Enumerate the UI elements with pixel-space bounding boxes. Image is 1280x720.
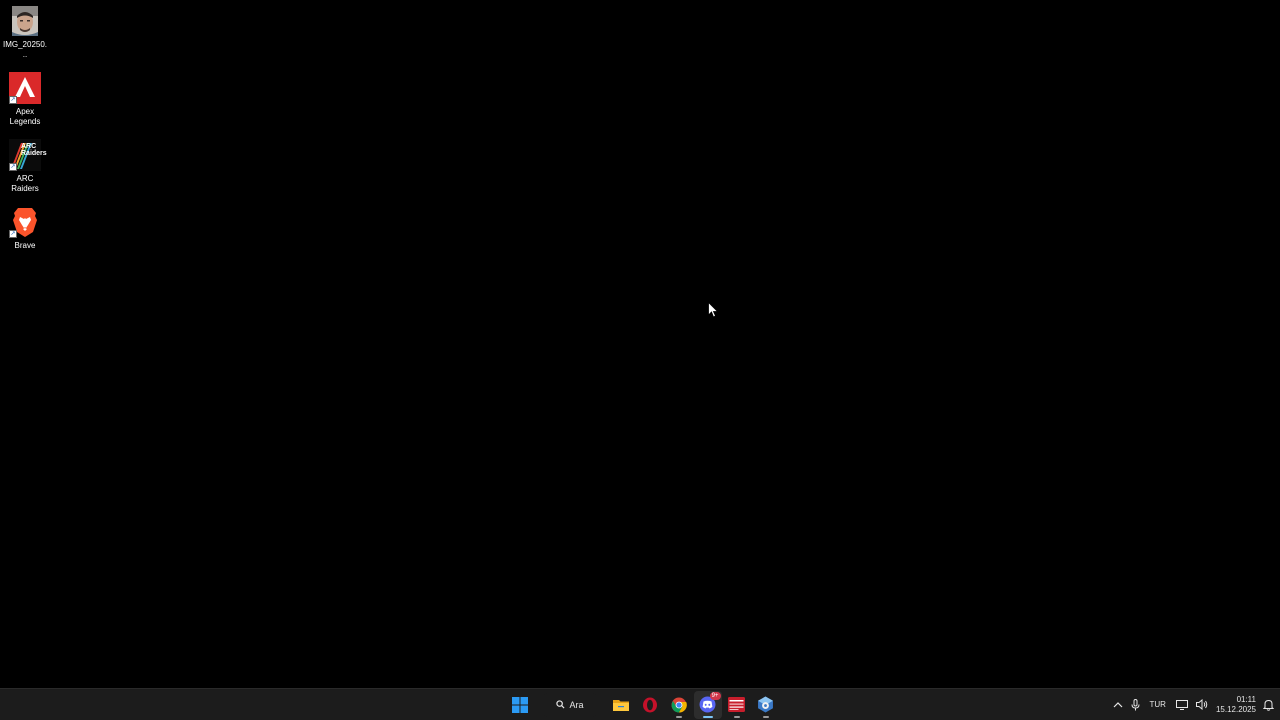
notification-badge: 9+ bbox=[709, 691, 721, 700]
taskbar-app-discord[interactable]: 9+ bbox=[693, 690, 722, 719]
chevron-up-icon bbox=[1113, 702, 1122, 708]
mouse-cursor-icon bbox=[708, 302, 718, 318]
gear-cube-icon bbox=[758, 696, 773, 713]
network-button[interactable] bbox=[1172, 693, 1192, 717]
desktop-icon-brave[interactable]: ↗ Brave bbox=[2, 206, 48, 251]
system-tray: TUR 01:11 15.12.2025 bbox=[1109, 689, 1280, 720]
desktop-icon-label: Apex Legends bbox=[9, 107, 41, 126]
clock-time: 01:11 bbox=[1236, 694, 1256, 704]
notifications-button[interactable] bbox=[1260, 693, 1280, 717]
input-language-button[interactable]: TUR bbox=[1144, 693, 1172, 717]
search-icon bbox=[556, 700, 565, 709]
apex-legends-icon: ↗ bbox=[9, 72, 41, 104]
desktop-icon-label: IMG_20250... bbox=[2, 40, 48, 59]
clock-button[interactable]: 01:11 15.12.2025 bbox=[1212, 695, 1260, 715]
taskbar-app-chrome[interactable] bbox=[665, 691, 693, 719]
volume-button[interactable] bbox=[1192, 693, 1212, 717]
taskbar-search-button[interactable]: Ara bbox=[538, 692, 602, 717]
shortcut-arrow-icon: ↗ bbox=[9, 163, 17, 171]
microphone-button[interactable] bbox=[1127, 693, 1144, 717]
desktop[interactable]: IMG_20250... ↗ Apex Legends ARC Raiders … bbox=[0, 0, 1280, 688]
search-label: Ara bbox=[569, 699, 584, 710]
running-indicator bbox=[762, 715, 769, 718]
taskbar: Ara 9+ TUR 01:11 15.12.2025 bbox=[0, 688, 1280, 720]
taskbar-center: Ara 9+ bbox=[505, 689, 780, 720]
photo-thumbnail-icon bbox=[9, 5, 41, 37]
chrome-icon bbox=[671, 697, 687, 713]
desktop-icon-label: ARC Raiders bbox=[11, 174, 39, 193]
opera-icon bbox=[642, 697, 657, 712]
taskbar-app-video-editor[interactable] bbox=[723, 691, 751, 719]
shortcut-arrow-icon: ↗ bbox=[9, 96, 17, 104]
desktop-icon-apex-legends[interactable]: ↗ Apex Legends bbox=[2, 72, 48, 127]
shortcut-arrow-icon: ↗ bbox=[9, 230, 17, 238]
desktop-icon-image-file[interactable]: IMG_20250... bbox=[2, 5, 48, 60]
clock-date: 15.12.2025 bbox=[1215, 704, 1256, 714]
notification-bell-icon bbox=[1263, 699, 1274, 711]
brave-lion-icon: ↗ bbox=[9, 206, 41, 238]
desktop-icon-arc-raiders[interactable]: ARC Raiders ↗ ARC Raiders bbox=[2, 139, 48, 194]
running-indicator bbox=[702, 715, 713, 718]
start-button[interactable] bbox=[506, 691, 534, 719]
running-indicator bbox=[733, 715, 740, 718]
network-monitor-icon bbox=[1175, 699, 1188, 710]
show-hidden-icons-button[interactable] bbox=[1109, 693, 1127, 717]
arc-raiders-logo-text: ARC Raiders bbox=[21, 143, 47, 157]
speaker-icon bbox=[1195, 699, 1208, 710]
arc-raiders-icon: ARC Raiders ↗ bbox=[9, 139, 47, 171]
desktop-icon-label: Brave bbox=[14, 241, 36, 250]
taskbar-app-settings-utility[interactable] bbox=[752, 691, 780, 719]
folder-icon bbox=[612, 699, 629, 711]
taskbar-app-opera[interactable] bbox=[636, 691, 664, 719]
taskbar-app-file-explorer[interactable] bbox=[607, 691, 635, 719]
video-app-icon bbox=[728, 697, 745, 712]
microphone-icon bbox=[1131, 698, 1139, 710]
windows-logo-icon bbox=[511, 696, 528, 713]
running-indicator bbox=[675, 715, 682, 718]
